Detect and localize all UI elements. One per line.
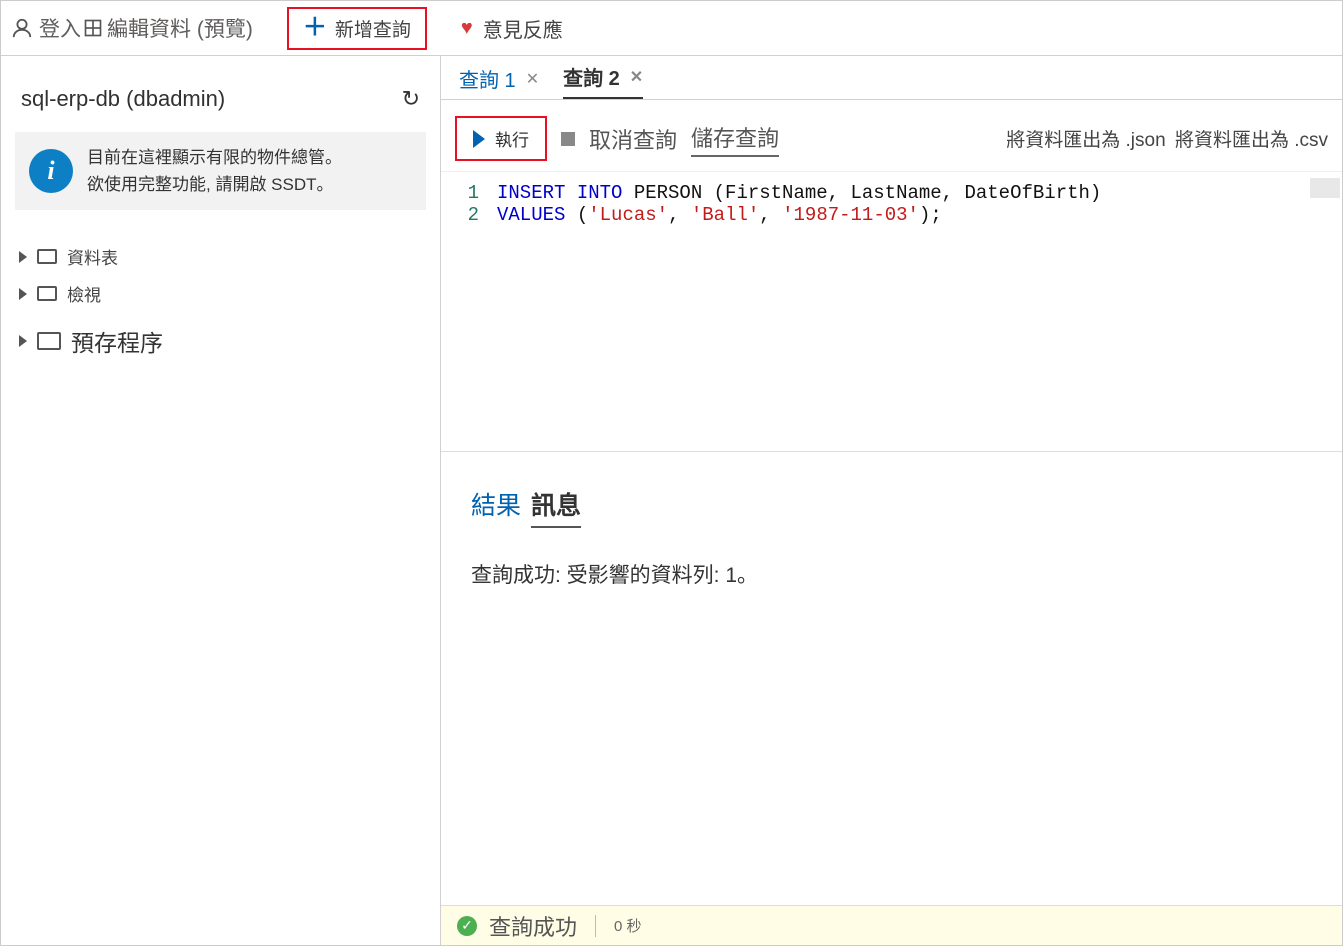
status-bar: ✓ 查詢成功 0 秒	[441, 905, 1342, 945]
sql-keyword: VALUES	[497, 204, 565, 226]
folder-icon	[37, 249, 57, 264]
results-panel: 結果 訊息 查詢成功: 受影響的資料列: 1。	[441, 452, 1342, 905]
tree-item-tables[interactable]: 資料表	[19, 238, 440, 275]
info-line-1: 目前在這裡顯示有限的物件總管。	[87, 144, 342, 171]
tree-label-tables: 資料表	[67, 244, 118, 269]
close-icon[interactable]: ✕	[526, 69, 539, 89]
query-tabs: 查詢 1 ✕ 查詢 2 ✕	[441, 56, 1342, 100]
tab-label: 查詢 2	[563, 62, 620, 91]
divider	[595, 915, 596, 937]
export-json-button[interactable]: 將資料匯出為 .json	[1006, 125, 1165, 152]
result-tabs: 結果 訊息	[471, 486, 1312, 529]
sql-text: ,	[759, 204, 782, 226]
minimap	[1310, 178, 1340, 198]
sql-editor[interactable]: 1 INSERT INTO PERSON (FirstName, LastNam…	[441, 172, 1342, 452]
query-toolbar: 執行 取消查詢 儲存查詢 將資料匯出為 .json 將資料匯出為 .csv	[441, 100, 1342, 172]
plus-icon: ＋	[303, 16, 327, 40]
grid-icon	[83, 18, 103, 38]
export-csv-button[interactable]: 將資料匯出為 .csv	[1175, 125, 1328, 152]
top-toolbar: 登入 編輯資料 (預覽) ＋ 新增查詢 ♥ 意見反應	[1, 1, 1342, 56]
refresh-icon[interactable]: ↻	[402, 86, 420, 112]
save-query-button[interactable]: 儲存查詢	[691, 121, 779, 157]
tab-query-2[interactable]: 查詢 2 ✕	[563, 62, 643, 99]
cancel-query-button[interactable]: 取消查詢	[589, 123, 677, 155]
edit-data-button[interactable]: 編輯資料 (預覽)	[83, 13, 253, 43]
tab-query-1[interactable]: 查詢 1 ✕	[459, 64, 539, 99]
status-duration: 0 秒	[614, 915, 642, 936]
info-line-2: 欲使用完整功能, 請開啟 SSDT。	[87, 171, 342, 198]
info-text: 目前在這裡顯示有限的物件總管。 欲使用完整功能, 請開啟 SSDT。	[87, 144, 342, 198]
folder-icon	[37, 332, 61, 350]
sidebar: sql-erp-db (dbadmin) ↻ i 目前在這裡顯示有限的物件總管。…	[1, 56, 441, 945]
sql-keyword: INSERT INTO	[497, 182, 622, 204]
sql-string: 'Ball'	[691, 204, 759, 226]
sql-text: (	[565, 204, 588, 226]
sql-text: );	[919, 204, 942, 226]
info-banner: i 目前在這裡顯示有限的物件總管。 欲使用完整功能, 請開啟 SSDT。	[15, 132, 426, 210]
sql-text: ,	[668, 204, 691, 226]
stop-icon	[561, 132, 575, 146]
login-button[interactable]: 登入	[11, 13, 81, 43]
feedback-button[interactable]: ♥ 意見反應	[461, 14, 563, 43]
caret-icon	[19, 251, 27, 263]
result-message: 查詢成功: 受影響的資料列: 1。	[471, 559, 1312, 589]
tab-results[interactable]: 結果	[471, 486, 521, 528]
tab-label: 查詢 1	[459, 64, 516, 93]
query-panel: 查詢 1 ✕ 查詢 2 ✕ 執行 取消查詢 儲存查詢 將資料匯出為 .json …	[441, 56, 1342, 945]
object-explorer-tree: 資料表 檢視 預存程序	[1, 228, 440, 364]
main-area: sql-erp-db (dbadmin) ↻ i 目前在這裡顯示有限的物件總管。…	[1, 56, 1342, 945]
editor-line-1: 1 INSERT INTO PERSON (FirstName, LastNam…	[441, 182, 1342, 204]
new-query-button[interactable]: ＋ 新增查詢	[287, 7, 427, 50]
tree-label-sprocs: 預存程序	[71, 324, 163, 358]
check-icon: ✓	[457, 916, 477, 936]
sql-string: 'Lucas'	[588, 204, 668, 226]
editor-line-2: 2 VALUES ('Lucas', 'Ball', '1987-11-03')…	[441, 204, 1342, 226]
login-label: 登入	[39, 13, 81, 43]
tree-item-stored-procedures[interactable]: 預存程序	[19, 312, 440, 364]
heart-icon: ♥	[461, 17, 473, 40]
status-text: 查詢成功	[489, 910, 577, 942]
caret-icon	[19, 335, 27, 347]
feedback-label: 意見反應	[483, 14, 563, 43]
line-number: 1	[441, 182, 497, 204]
folder-icon	[37, 286, 57, 301]
tree-item-views[interactable]: 檢視	[19, 275, 440, 312]
export-buttons: 將資料匯出為 .json 將資料匯出為 .csv	[1006, 125, 1328, 152]
run-label: 執行	[495, 126, 529, 151]
edit-preview-label: 編輯資料 (預覽)	[107, 13, 253, 43]
sql-text: PERSON (FirstName, LastName, DateOfBirth…	[622, 182, 1101, 204]
close-icon[interactable]: ✕	[630, 67, 643, 87]
play-icon	[473, 130, 485, 148]
new-query-label: 新增查詢	[335, 15, 411, 42]
user-icon	[11, 17, 33, 39]
info-icon: i	[29, 149, 73, 193]
db-title: sql-erp-db (dbadmin)	[21, 86, 225, 112]
tree-label-views: 檢視	[67, 281, 101, 306]
tab-messages[interactable]: 訊息	[531, 486, 581, 528]
db-header: sql-erp-db (dbadmin) ↻	[1, 56, 440, 132]
sql-string: '1987-11-03'	[782, 204, 919, 226]
run-button[interactable]: 執行	[455, 116, 547, 161]
caret-icon	[19, 288, 27, 300]
line-number: 2	[441, 204, 497, 226]
